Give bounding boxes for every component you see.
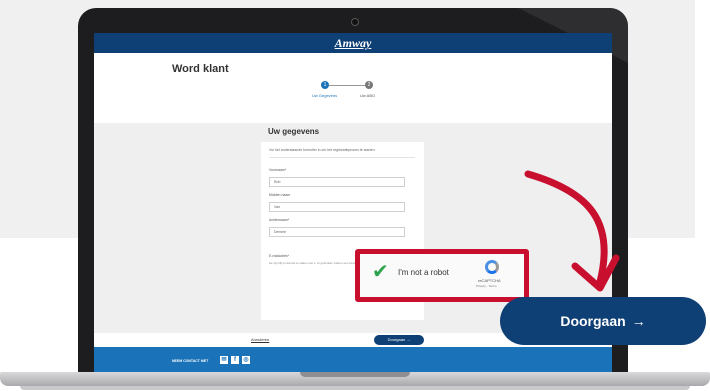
email-label: E-mailadres* [269,254,290,258]
instagram-icon[interactable]: ◎ [242,356,250,364]
first-name-field[interactable]: Rob [269,177,405,187]
mail-icon[interactable]: ✉ [220,356,228,364]
checkmark-icon[interactable]: ✔ [372,262,389,282]
middle-name-label: Midden naam [269,193,291,197]
step-1-dot: 1 [321,81,329,89]
recaptcha-brand: reCAPTCHA [478,278,501,283]
page-title: Word klant [172,63,229,75]
first-name-label: Voornaam* [269,168,287,172]
continue-button[interactable]: Doorgaan → [374,335,424,345]
laptop-base-notch [300,372,410,377]
arrow-right-icon: → [406,337,411,342]
continue-button-label: Doorgaan [387,337,406,342]
camera-icon [351,18,359,26]
email-hint: we zijn blij om kennis te maken met u, z… [269,261,369,265]
stepper-line [329,85,369,86]
recaptcha-logo-icon [485,260,499,274]
step-2-label: Uw ABO [360,93,376,98]
laptop-base-shadow [20,386,690,390]
middle-name-field[interactable]: Van [269,202,405,212]
doorgaan-callout-button[interactable]: Doorgaan → [500,297,706,345]
facebook-icon[interactable]: f [231,356,239,364]
form-intro: Vul het onderstaande formulier in om het… [269,148,376,152]
top-navbar: Amway [94,33,612,53]
recaptcha-highlight: ✔ I'm not a robot reCAPTCHA Privacy - Te… [355,249,529,302]
step-2-dot: 2 [365,81,373,89]
footer-contact-text: NEEM CONTACT MET [172,359,209,363]
amway-logo[interactable]: Amway [94,36,612,51]
page-header: Word klant 1 Uw Gegevens 2 Uw ABO [94,53,612,131]
last-name-label: Achternaam* [269,218,290,222]
recaptcha-label: I'm not a robot [398,268,449,277]
doorgaan-callout-label: Doorgaan [560,313,626,329]
cancel-link[interactable]: Annuleren [251,337,269,342]
last-name-field[interactable]: Demme [269,227,405,237]
divider [269,157,415,158]
pointer-arrow-icon [524,170,620,292]
arrow-right-icon: → [631,313,646,329]
recaptcha-terms[interactable]: Privacy - Terms [476,284,497,288]
section-title: Uw gegevens [268,127,320,136]
step-1-label: Uw Gegevens [312,93,338,98]
